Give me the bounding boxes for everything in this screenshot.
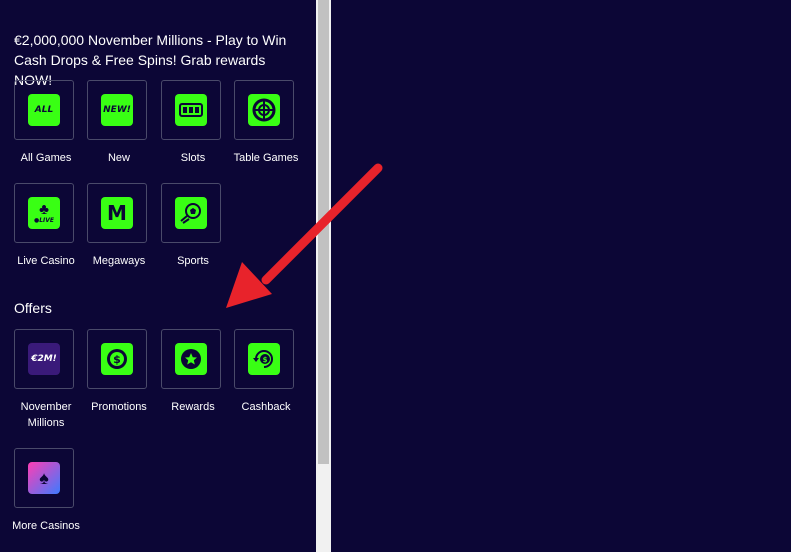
red-arrow-head [226,262,272,308]
red-arrow-shaft [261,163,383,285]
annotation-arrow-overlay [226,163,383,308]
